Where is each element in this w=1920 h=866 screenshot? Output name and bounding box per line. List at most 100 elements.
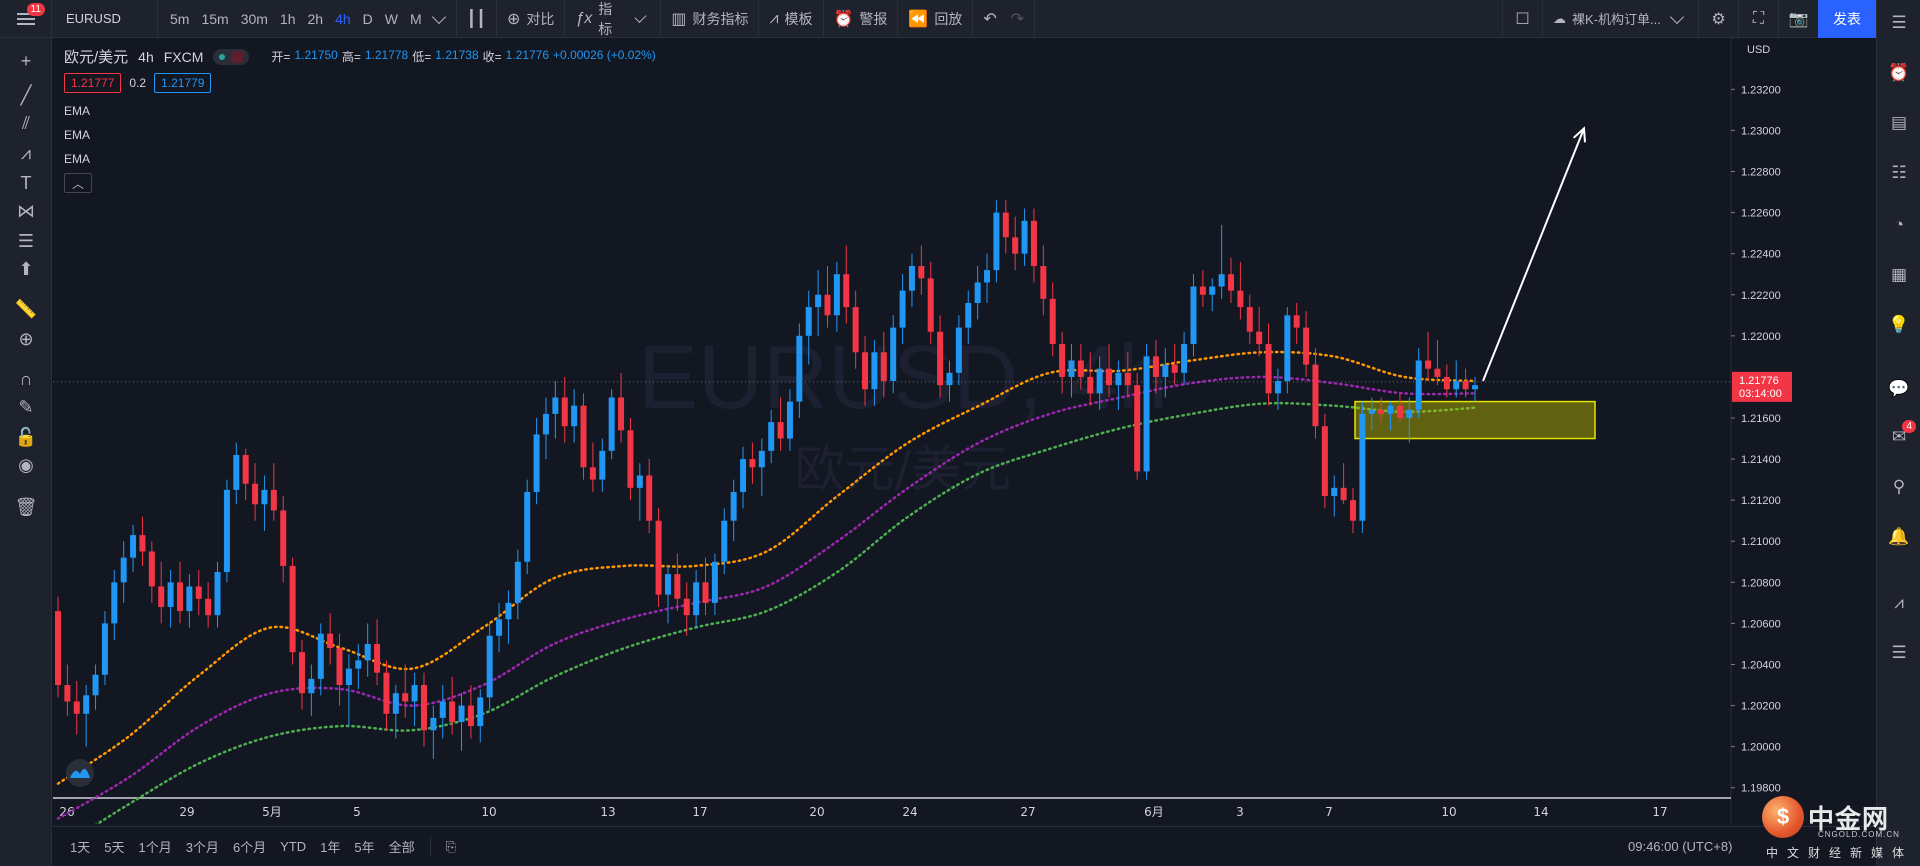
magnet-icon[interactable]: ∩ [13, 366, 39, 392]
idea-stream-icon[interactable]: ⚲ [1886, 474, 1912, 500]
lock-drawing-icon[interactable]: ✎ [13, 394, 39, 420]
candle-body [1171, 364, 1178, 373]
range-3[interactable]: 3个月 [179, 837, 226, 856]
interval-W[interactable]: W [379, 11, 404, 27]
indicators-button[interactable]: ƒx 指标 [565, 0, 662, 38]
market-status-toggle[interactable] [213, 48, 250, 65]
main-menu-button[interactable]: 11 [0, 0, 52, 38]
candle-body [674, 574, 681, 599]
publish-button[interactable]: 发表 [1818, 0, 1876, 38]
range-5[interactable]: YTD [273, 839, 313, 854]
layout-name-button[interactable]: ☁ 裸K-机构订单... [1542, 0, 1698, 38]
layout-toggle-button[interactable]: ☐ [1502, 0, 1542, 38]
undo-icon[interactable]: ↶ [983, 9, 996, 29]
go-to-date-icon[interactable]: ⎘ [439, 839, 463, 855]
order-panel-icon[interactable]: ⩘ [1886, 590, 1912, 616]
price-chart[interactable]: EURUSD, 4h 欧元/美元 1.23200 1.23000 1.22800 1.22… [53, 38, 1801, 824]
chart-type-button[interactable]: ┃┃ [457, 0, 497, 38]
candle-body [786, 401, 793, 439]
indicator-ema-3[interactable]: EMA [64, 152, 90, 166]
buy-price-button[interactable]: 1.21779 [154, 73, 212, 93]
alert-button[interactable]: ⏰ 警报 [824, 0, 899, 38]
templates-button[interactable]: ⩘ 模板 [759, 0, 824, 38]
range-0[interactable]: 1天 [63, 837, 97, 856]
interval-2h[interactable]: 2h [302, 11, 330, 27]
indicator-ema-2[interactable]: EMA [64, 128, 90, 142]
range-6[interactable]: 1年 [313, 837, 347, 856]
indicator-ema-1[interactable]: EMA [64, 104, 90, 118]
calendar-icon[interactable]: ▦ [1886, 262, 1912, 288]
snapshot-button[interactable]: 📷 [1778, 0, 1818, 38]
collapse-legend-button[interactable]: ︿ [64, 173, 92, 193]
ideas-icon[interactable]: 💡 [1886, 312, 1912, 338]
alarm-clock-icon[interactable]: ⏰ [1886, 60, 1912, 86]
candle-body [899, 290, 906, 328]
range-4[interactable]: 6个月 [226, 837, 273, 856]
notifications-icon[interactable]: 🔔 [1886, 524, 1912, 550]
price-tick-label: 1.20000 [1741, 742, 1781, 754]
range-8[interactable]: 全部 [382, 837, 422, 856]
eye-icon[interactable]: ◉ [13, 452, 39, 478]
clock[interactable]: 09:46:00 (UTC+8) [1628, 839, 1732, 854]
range-7[interactable]: 5年 [347, 837, 381, 856]
text-icon[interactable]: T [13, 170, 39, 196]
dom-icon[interactable]: ☰ [1886, 640, 1912, 666]
zoom-in-icon[interactable]: ⊕ [13, 326, 39, 352]
interval-D[interactable]: D [357, 11, 379, 27]
messages-icon[interactable]: ✉ 4 [1886, 420, 1916, 450]
candle-body [308, 678, 315, 694]
details-icon[interactable]: ☷ [1886, 160, 1912, 186]
replay-button[interactable]: ⏪ 回放 [898, 0, 974, 38]
price-tick-label: 1.22800 [1741, 167, 1781, 179]
range-1[interactable]: 5天 [97, 837, 131, 856]
chat-icon[interactable]: 💬 [1886, 376, 1912, 402]
interval-30m[interactable]: 30m [235, 11, 274, 27]
ruler-icon[interactable]: 📏 [13, 296, 39, 322]
compare-button[interactable]: ⊕ 对比 [497, 0, 566, 38]
candle-body [1415, 360, 1422, 410]
candle-body [1040, 266, 1047, 299]
candle-body [270, 489, 277, 511]
financials-button[interactable]: ▥ 财务指标 [661, 0, 760, 38]
prediction-icon[interactable]: ☰ [13, 228, 39, 254]
candles-icon: ┃┃ [466, 10, 486, 28]
interval-M[interactable]: M [404, 11, 428, 27]
pitchfork-icon[interactable]: ⫽ [13, 110, 39, 136]
candle-body [252, 483, 259, 505]
interval-4h[interactable]: 4h [329, 11, 357, 27]
candle-body [449, 701, 456, 722]
patterns-icon[interactable]: ⩘ [13, 140, 39, 166]
lock-icon[interactable]: 🔓 [13, 424, 39, 450]
candle-body [55, 611, 61, 686]
watchlist-icon[interactable]: ☰ [1886, 10, 1912, 36]
candle-body [430, 717, 437, 731]
crosshair-icon[interactable]: + [13, 48, 39, 74]
trash-icon[interactable]: 🗑 [13, 494, 39, 520]
interval-15m[interactable]: 15m [195, 11, 234, 27]
settings-button[interactable]: ⚙ [1698, 0, 1738, 38]
candle-body [758, 450, 765, 468]
symbol-name[interactable]: 欧元/美元 [64, 46, 128, 67]
interval-1h[interactable]: 1h [274, 11, 302, 27]
sell-price-button[interactable]: 1.21777 [64, 73, 122, 93]
arrow-up-icon[interactable]: ⬆ [13, 256, 39, 282]
candle-body [768, 422, 775, 451]
candle-body [167, 582, 174, 607]
xabcd-pattern-icon[interactable]: ⋈ [13, 198, 39, 224]
symbol-search[interactable]: EURUSD [52, 0, 158, 38]
redo-icon[interactable]: ↷ [1011, 9, 1024, 29]
range-2[interactable]: 1个月 [131, 837, 178, 856]
trend-line-icon[interactable]: ╱ [13, 82, 39, 108]
data-window-icon[interactable]: ◔ [1886, 212, 1912, 238]
drawing-toolbar: + ╱ ⫽ ⩘ T ⋈ ☰ ⬆ 📏 ⊕ ∩ ✎ 🔓 ◉ 🗑 [0, 38, 52, 866]
news-icon[interactable]: ▤ [1886, 110, 1912, 136]
interval-5m[interactable]: 5m [164, 11, 195, 27]
time-tick-label: 13 [600, 805, 615, 819]
candle-body [439, 701, 446, 718]
candle-body [871, 352, 878, 390]
candle-body [1209, 286, 1216, 295]
chevron-down-icon[interactable] [431, 9, 446, 24]
chart-canvas[interactable]: EURUSD, 4h欧元/美元1.232001.230001.228001.22… [53, 38, 1801, 824]
candle-body [458, 705, 465, 722]
fullscreen-button[interactable]: ⛶ [1738, 0, 1778, 38]
